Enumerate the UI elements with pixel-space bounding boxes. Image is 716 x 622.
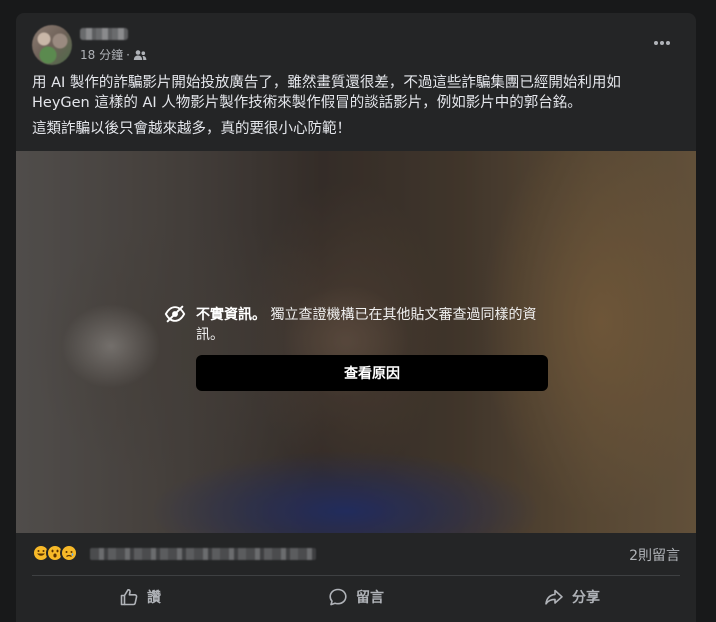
like-button[interactable]: 讚 (32, 579, 248, 615)
post-header: 18 分鐘 · (16, 13, 696, 69)
meta-separator: · (126, 47, 130, 62)
comment-count[interactable]: 2則留言 (629, 545, 680, 565)
eye-slash-icon (164, 305, 186, 323)
post-card: 18 分鐘 · 用 AI 製作的詐騙影片開始投放廣告了，雖然畫質還很差，不過這些… (16, 13, 696, 622)
comment-icon (329, 588, 347, 606)
action-divider (32, 575, 680, 576)
share-icon (545, 589, 563, 605)
like-label: 讚 (147, 590, 161, 606)
reactions-summary: 2則留言 (32, 539, 680, 567)
false-information-warning: 不實資訊。 獨立查證機構已在其他貼文審查過同樣的資訊。 (164, 305, 548, 345)
thumbs-up-icon (120, 588, 138, 606)
author-name[interactable] (80, 28, 128, 40)
reaction-icons[interactable] (32, 544, 78, 562)
friends-icon[interactable] (133, 49, 147, 61)
comment-label: 留言 (356, 590, 384, 606)
see-why-button[interactable]: 查看原因 (196, 355, 548, 391)
post-text: 用 AI 製作的詐騙影片開始投放廣告了，雖然畫質還很差，不過這些詐騙集團已經開始… (32, 73, 682, 145)
post-timestamp[interactable]: 18 分鐘 (80, 46, 123, 63)
blurred-video[interactable]: 不實資訊。 獨立查證機構已在其他貼文審查過同樣的資訊。 查看原因 (16, 151, 696, 533)
share-label: 分享 (572, 590, 600, 606)
sad-icon (60, 544, 78, 562)
more-horizontal-icon (654, 41, 670, 45)
more-options-button[interactable] (644, 31, 680, 55)
post-actions: 讚 留言 分享 (32, 579, 680, 615)
post-text-paragraph-2: 這類詐騙以後只會越來越多，真的要很小心防範！ (32, 121, 351, 137)
share-button[interactable]: 分享 (464, 579, 680, 615)
warning-title: 不實資訊。 (196, 307, 266, 323)
comment-button[interactable]: 留言 (248, 579, 464, 615)
reactor-names[interactable] (90, 548, 316, 560)
warning-text: 不實資訊。 獨立查證機構已在其他貼文審查過同樣的資訊。 (196, 305, 548, 345)
post-meta: 18 分鐘 · (80, 46, 147, 63)
author-avatar[interactable] (32, 25, 72, 65)
post-text-paragraph-1: 用 AI 製作的詐騙影片開始投放廣告了，雖然畫質還很差，不過這些詐騙集團已經開始… (32, 75, 621, 111)
